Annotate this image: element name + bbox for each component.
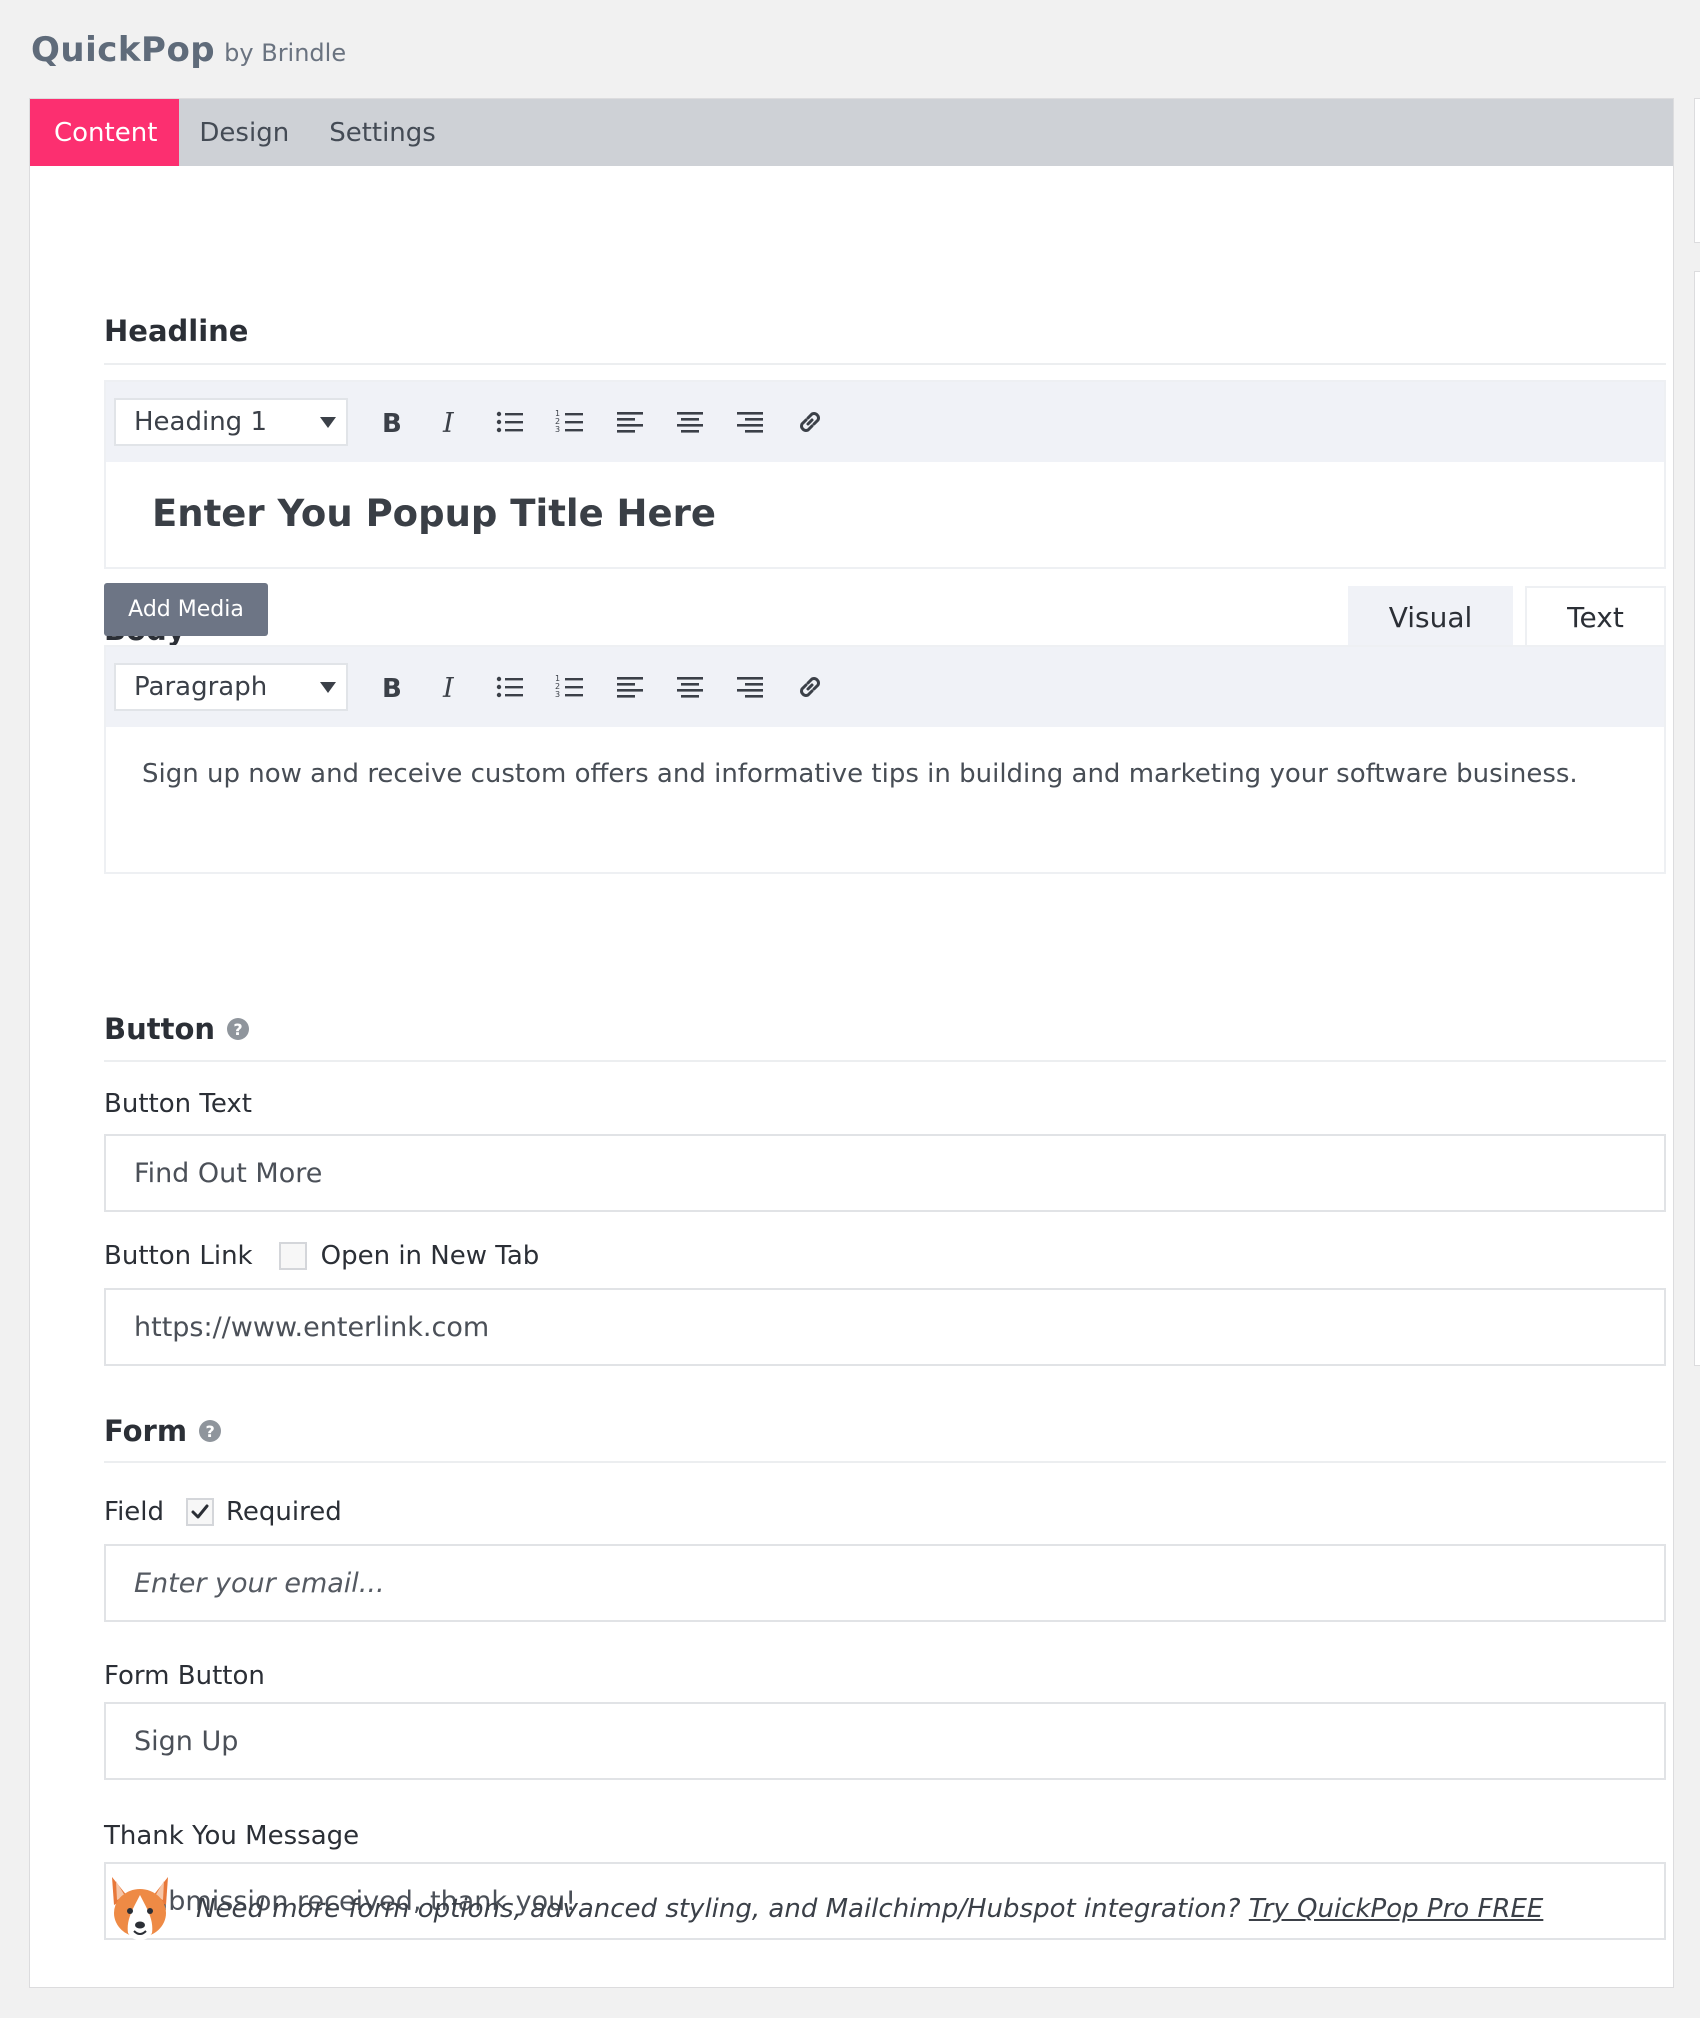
body-format-select[interactable]: Paragraph bbox=[114, 663, 348, 711]
bold-icon: B bbox=[382, 409, 402, 437]
corgi-mascot-icon bbox=[112, 1877, 168, 1941]
button-link-label: Button Link bbox=[104, 1241, 253, 1271]
promo-text: Need more form options, advanced styling… bbox=[196, 1894, 1241, 1924]
align-right-button[interactable] bbox=[720, 398, 780, 446]
numbered-list-icon: 123 bbox=[555, 409, 583, 434]
brand-byline: by Brindle bbox=[224, 39, 347, 67]
bold-icon: B bbox=[382, 674, 402, 702]
body-text-area[interactable]: Sign up now and receive custom offers an… bbox=[106, 727, 1664, 872]
required-checkbox[interactable] bbox=[186, 1498, 215, 1526]
form-title-text: Form bbox=[104, 1414, 188, 1448]
form-button-input[interactable]: Sign Up bbox=[104, 1702, 1666, 1780]
bold-button[interactable]: B bbox=[360, 663, 420, 711]
field-row: Field Required bbox=[104, 1497, 342, 1527]
align-right-icon bbox=[737, 412, 763, 433]
field-label: Field bbox=[104, 1497, 165, 1527]
chevron-down-icon bbox=[320, 681, 336, 693]
svg-text:3: 3 bbox=[555, 690, 560, 699]
editor-mode-tabs: Visual Text bbox=[1348, 586, 1666, 646]
link-button[interactable] bbox=[780, 663, 840, 711]
align-center-button[interactable] bbox=[660, 398, 720, 446]
link-button[interactable] bbox=[780, 398, 840, 446]
open-new-tab-checkbox[interactable] bbox=[278, 1242, 307, 1270]
italic-icon: I bbox=[442, 408, 455, 437]
align-left-button[interactable] bbox=[600, 398, 660, 446]
open-new-tab-label: Open in New Tab bbox=[320, 1241, 540, 1271]
app-title: QuickPop by Brindle bbox=[31, 30, 346, 70]
button-section-title: Button ? bbox=[104, 1012, 250, 1046]
add-media-button[interactable]: Add Media bbox=[104, 583, 268, 636]
align-right-icon bbox=[737, 677, 763, 698]
button-title-text: Button bbox=[104, 1012, 216, 1046]
link-icon bbox=[800, 677, 820, 697]
svg-text:I: I bbox=[442, 673, 455, 702]
help-icon[interactable]: ? bbox=[227, 1018, 250, 1040]
form-section-title: Form ? bbox=[104, 1414, 222, 1448]
checkmark-icon bbox=[191, 1504, 209, 1519]
align-left-icon bbox=[617, 412, 643, 433]
email-field-input[interactable]: Enter your email... bbox=[104, 1544, 1666, 1622]
headline-format-select[interactable]: Heading 1 bbox=[114, 398, 348, 446]
align-center-button[interactable] bbox=[660, 663, 720, 711]
numbered-list-icon: 123 bbox=[555, 674, 583, 699]
pro-promo: Need more form options, advanced styling… bbox=[104, 1869, 1543, 1949]
body-format-value: Paragraph bbox=[134, 672, 268, 702]
bullet-list-button[interactable] bbox=[480, 663, 540, 711]
headline-editor: Heading 1 B I 123 Enter You Popup Title … bbox=[104, 380, 1666, 569]
button-link-row: Button Link Open in New Tab bbox=[104, 1241, 539, 1271]
svg-text:B: B bbox=[382, 674, 402, 702]
settings-panel: Content Design Settings Headline Heading… bbox=[29, 98, 1674, 1988]
bullet-list-button[interactable] bbox=[480, 398, 540, 446]
tab-text[interactable]: Text bbox=[1525, 586, 1666, 646]
align-right-button[interactable] bbox=[720, 663, 780, 711]
tab-bar: Content Design Settings bbox=[30, 99, 1673, 166]
headline-format-value: Heading 1 bbox=[134, 407, 267, 437]
required-label: Required bbox=[226, 1497, 342, 1527]
svg-text:B: B bbox=[382, 409, 402, 437]
headline-text-area[interactable]: Enter You Popup Title Here bbox=[106, 462, 1664, 567]
align-center-icon bbox=[677, 412, 703, 433]
body-toolbar: Paragraph B I 123 bbox=[106, 647, 1664, 727]
italic-icon: I bbox=[442, 673, 455, 702]
side-panel-edge bbox=[1694, 271, 1700, 1366]
brand-name: QuickPop bbox=[31, 30, 216, 70]
headline-section-title: Headline bbox=[104, 314, 248, 348]
divider bbox=[104, 1461, 1666, 1463]
link-icon bbox=[800, 412, 820, 432]
bold-button[interactable]: B bbox=[360, 398, 420, 446]
svg-text:3: 3 bbox=[555, 425, 560, 434]
headline-title-text: Headline bbox=[104, 314, 249, 348]
italic-button[interactable]: I bbox=[420, 398, 480, 446]
bullet-list-icon bbox=[496, 411, 523, 433]
numbered-list-button[interactable]: 123 bbox=[540, 663, 600, 711]
svg-text:I: I bbox=[442, 408, 455, 437]
divider bbox=[104, 1060, 1666, 1062]
align-left-icon bbox=[617, 677, 643, 698]
headline-toolbar: Heading 1 B I 123 bbox=[106, 382, 1664, 462]
thank-you-label: Thank You Message bbox=[104, 1821, 360, 1851]
try-pro-link[interactable]: Try QuickPop Pro FREE bbox=[1249, 1894, 1544, 1924]
tab-visual[interactable]: Visual bbox=[1348, 586, 1513, 646]
italic-button[interactable]: I bbox=[420, 663, 480, 711]
align-left-button[interactable] bbox=[600, 663, 660, 711]
chevron-down-icon bbox=[320, 416, 336, 428]
divider bbox=[104, 363, 1666, 365]
numbered-list-button[interactable]: 123 bbox=[540, 398, 600, 446]
tab-design[interactable]: Design bbox=[179, 99, 309, 166]
button-text-label: Button Text bbox=[104, 1089, 252, 1119]
promo-text-wrap: Need more form options, advanced styling… bbox=[196, 1894, 1543, 1924]
form-button-label: Form Button bbox=[104, 1661, 265, 1691]
tab-content[interactable]: Content bbox=[30, 99, 180, 166]
help-icon[interactable]: ? bbox=[199, 1420, 222, 1442]
body-editor: Paragraph B I 123 Sign up now and receiv… bbox=[104, 645, 1666, 874]
button-text-input[interactable]: Find Out More bbox=[104, 1134, 1666, 1212]
tab-settings[interactable]: Settings bbox=[309, 99, 456, 166]
button-link-input[interactable]: https://www.enterlink.com bbox=[104, 1288, 1666, 1366]
side-panel-edge bbox=[1694, 98, 1700, 243]
bullet-list-icon bbox=[496, 676, 523, 698]
align-center-icon bbox=[677, 677, 703, 698]
quickpop-settings-page: QuickPop by Brindle Content Design Setti… bbox=[0, 0, 1700, 2018]
